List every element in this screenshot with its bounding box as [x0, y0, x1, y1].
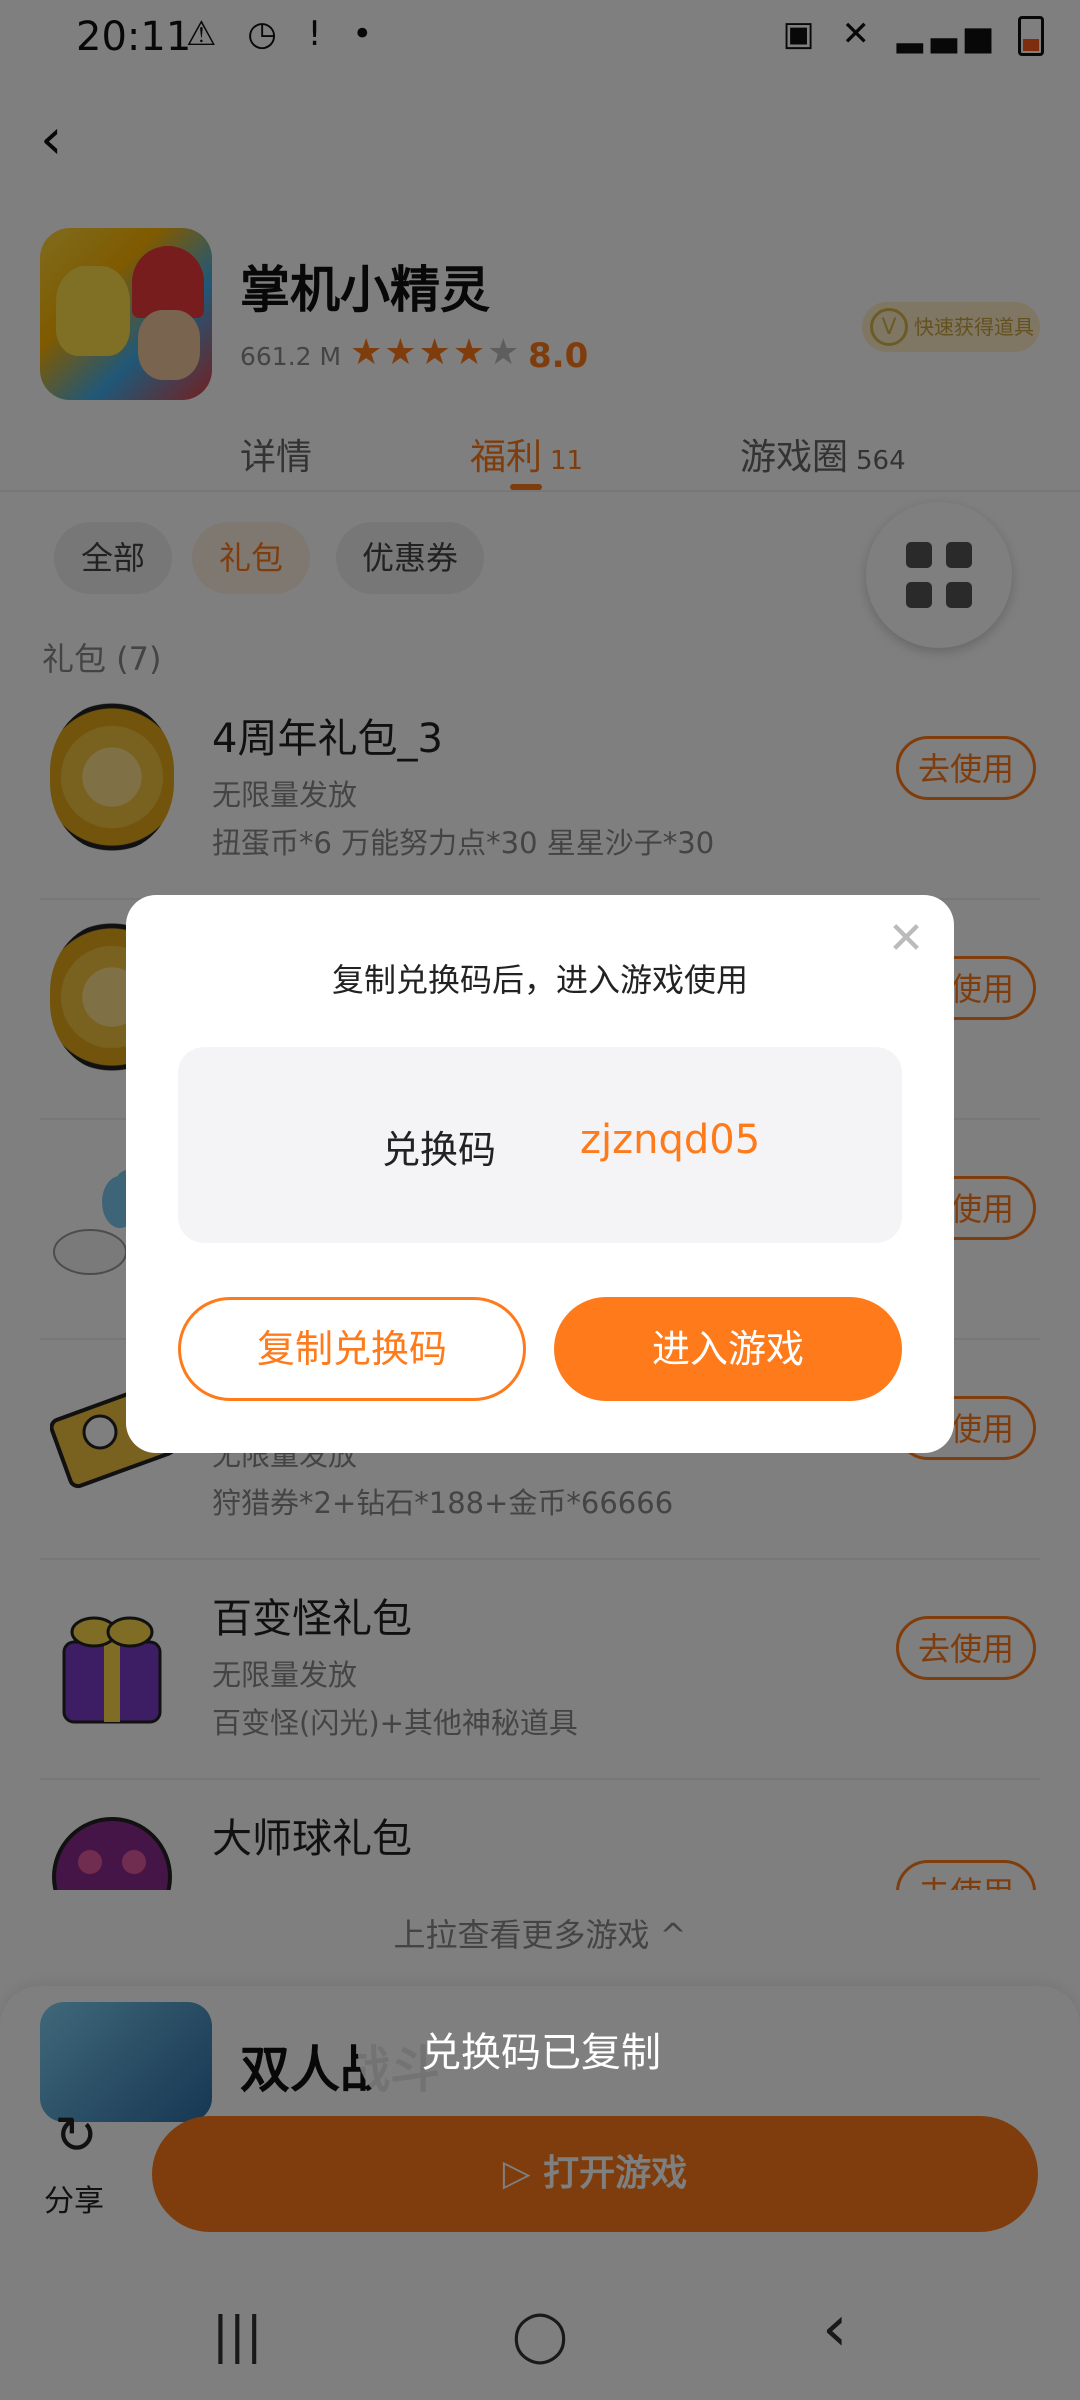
- code-value[interactable]: zjznqd05: [580, 1117, 760, 1163]
- redeem-code-box: 兑换码 zjznqd05: [178, 1047, 902, 1243]
- dialog-message: 复制兑换码后，进入游戏使用: [331, 961, 748, 999]
- copy-code-button[interactable]: 复制兑换码: [178, 1297, 526, 1401]
- copied-toast: 兑换码已复制: [358, 2000, 724, 2106]
- code-label: 兑换码: [382, 1128, 497, 1172]
- redeem-code-dialog: ✕ 复制兑换码后，进入游戏使用 兑换码 zjznqd05 复制兑换码 进入游戏: [126, 895, 954, 1453]
- enter-game-button[interactable]: 进入游戏: [554, 1297, 902, 1401]
